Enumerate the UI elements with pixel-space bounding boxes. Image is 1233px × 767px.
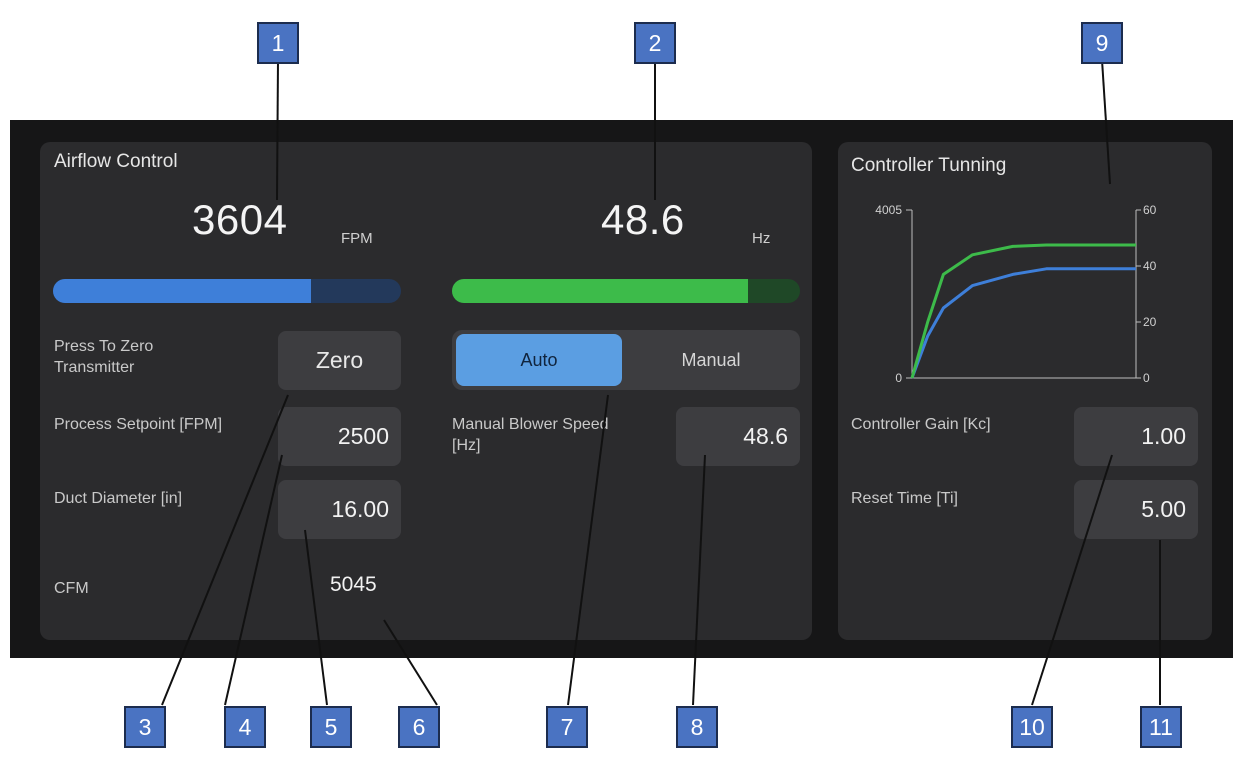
- callout-11: 11: [1140, 706, 1182, 748]
- callout-5: 5: [310, 706, 352, 748]
- callout-1: 1: [257, 22, 299, 64]
- callout-7: 7: [546, 706, 588, 748]
- callout-2: 2: [634, 22, 676, 64]
- callout-6: 6: [398, 706, 440, 748]
- callout-leader-lines: [161, 59, 1161, 706]
- callout-3: 3: [124, 706, 166, 748]
- callout-4: 4: [224, 706, 266, 748]
- callout-9: 9: [1081, 22, 1123, 64]
- callout-8: 8: [676, 706, 718, 748]
- callout-10: 10: [1011, 706, 1053, 748]
